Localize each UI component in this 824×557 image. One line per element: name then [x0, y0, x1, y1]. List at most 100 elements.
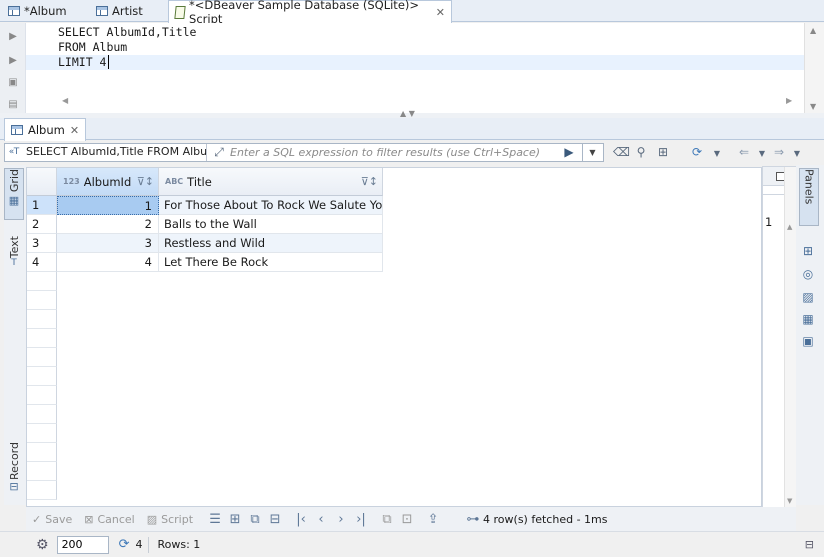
editor-horizontal-scrollbar[interactable]: ◀ ▶: [26, 96, 804, 108]
fetch-next-icon[interactable]: ⧉: [377, 512, 397, 527]
scroll-right-icon[interactable]: ▶: [786, 96, 792, 105]
tab-script[interactable]: *<DBeaver Sample Database (SQLite)> Scri…: [168, 0, 452, 26]
row-number-header: [27, 168, 57, 196]
filter-settings-icon[interactable]: ⚲: [634, 145, 648, 159]
scroll-up-icon[interactable]: ▲: [810, 26, 816, 35]
table-row[interactable]: 2 2 Balls to the Wall: [27, 215, 383, 234]
copy-row-icon[interactable]: ⧉: [245, 512, 265, 527]
properties-icon[interactable]: ▣: [801, 334, 815, 348]
save-button[interactable]: ✓ Save: [32, 513, 72, 526]
execute-new-tab-icon[interactable]: ▶: [7, 55, 19, 67]
record-icon: ⊟: [9, 480, 19, 494]
refresh-count: 4: [135, 538, 143, 551]
scroll-up-icon[interactable]: ▲: [787, 223, 792, 231]
calc-icon[interactable]: ▦: [801, 312, 815, 326]
filter-input[interactable]: [230, 144, 550, 161]
cell-title[interactable]: Restless and Wild: [159, 234, 383, 253]
forward-dropdown-icon[interactable]: ▼: [790, 147, 804, 161]
grid-vertical-scrollbar[interactable]: ▲ ▼: [784, 167, 796, 507]
tab-album-label: *Album: [24, 4, 67, 18]
cell-albumid[interactable]: 3: [57, 234, 159, 253]
delete-row-icon[interactable]: ⊟: [265, 512, 285, 527]
back-icon[interactable]: ⇐: [737, 145, 751, 159]
scroll-down-icon[interactable]: ▼: [810, 102, 816, 111]
script-button[interactable]: ▨ Script: [147, 513, 193, 526]
scroll-left-icon[interactable]: ◀: [62, 96, 68, 105]
empty-row: [27, 310, 57, 329]
table-row[interactable]: 3 3 Restless and Wild: [27, 234, 383, 253]
column-filter-sort-icon[interactable]: ⊽↕: [137, 175, 154, 188]
explain-plan-icon[interactable]: ▤: [7, 99, 19, 111]
cell-title[interactable]: For Those About To Rock We Salute You: [159, 196, 383, 215]
empty-row: [27, 481, 57, 500]
cell-albumid[interactable]: 4: [57, 253, 159, 272]
last-page-icon[interactable]: ›|: [351, 512, 371, 527]
column-header-title[interactable]: ABC Title ⊽↕: [159, 168, 383, 196]
tab-panels-label: Panels: [802, 169, 816, 205]
results-grid[interactable]: 123 AlbumId ⊽↕ ABC Title ⊽↕ 1 1 For Thos…: [26, 167, 762, 507]
grouping-icon[interactable]: ▨: [801, 290, 815, 304]
empty-row: [27, 367, 57, 386]
previous-page-icon[interactable]: ‹: [311, 512, 331, 527]
row-number: 1: [27, 196, 57, 215]
status-bar: ⚙ ⟳ 4 Rows: 1 ⊟: [0, 531, 824, 557]
expand-editor-icon[interactable]: ⤢: [212, 145, 226, 159]
restore-icon[interactable]: ⊟: [805, 538, 814, 551]
current-query-text[interactable]: SELECT AlbumId,Title FROM Albu: [26, 143, 226, 162]
tab-record[interactable]: Record ⊟: [4, 442, 24, 500]
tab-results-album[interactable]: Album ✕: [4, 118, 87, 141]
column-header-albumid[interactable]: 123 AlbumId ⊽↕: [57, 168, 159, 196]
gear-icon[interactable]: ⚙: [36, 537, 49, 553]
cell-albumid[interactable]: 1: [57, 196, 159, 215]
row-number: 2: [27, 215, 57, 234]
execute-icon[interactable]: ▶: [7, 31, 19, 43]
refresh-dropdown-icon[interactable]: ▼: [710, 147, 724, 161]
first-page-icon[interactable]: |‹: [291, 512, 311, 527]
execute-script-icon[interactable]: ▣: [7, 77, 19, 89]
cancel-button[interactable]: ⊠ Cancel: [84, 513, 134, 526]
value-viewer-icon[interactable]: ⊞: [801, 244, 815, 258]
add-row-icon[interactable]: ⊞: [225, 512, 245, 527]
close-icon[interactable]: ✕: [70, 124, 79, 137]
tab-grid[interactable]: Grid ▦: [4, 168, 24, 220]
metadata-icon[interactable]: ◎: [801, 267, 815, 281]
script-icon: [174, 5, 186, 19]
execution-log-icon[interactable]: ⊶: [463, 512, 483, 527]
scroll-down-icon[interactable]: ▼: [787, 497, 792, 505]
results-tab-label: Album: [28, 123, 65, 137]
table-row[interactable]: 1 1 For Those About To Rock We Salute Yo…: [27, 196, 383, 215]
fetch-size-input[interactable]: [56, 535, 109, 554]
empty-row: [27, 462, 57, 481]
table-row[interactable]: 4 4 Let There Be Rock: [27, 253, 383, 272]
refresh-icon[interactable]: ⟳: [119, 537, 130, 552]
grid-icon: ▦: [8, 194, 20, 208]
row-count: Rows: 1: [157, 538, 201, 551]
sql-query-icon: «T: [8, 147, 20, 157]
back-dropdown-icon[interactable]: ▼: [755, 147, 769, 161]
fetch-status: 4 row(s) fetched - 1ms: [483, 512, 608, 526]
refresh-icon[interactable]: ⟳: [690, 145, 704, 159]
editor-vertical-scrollbar[interactable]: ▲ ▼: [804, 23, 824, 113]
forward-icon[interactable]: ⇒: [772, 145, 786, 159]
erase-filter-icon[interactable]: ⌫: [613, 145, 630, 159]
tab-panels[interactable]: Panels: [799, 168, 819, 226]
edit-row-icon[interactable]: ☰: [205, 512, 225, 527]
fetch-all-icon[interactable]: ⊡: [397, 512, 417, 527]
status-divider: [148, 536, 150, 553]
save-filter-icon[interactable]: ⊞: [656, 145, 670, 159]
column-filter-sort-icon[interactable]: ⊽↕: [361, 175, 378, 188]
cell-title[interactable]: Let There Be Rock: [159, 253, 383, 272]
tab-artist[interactable]: Artist: [90, 0, 149, 22]
tab-album[interactable]: *Album: [2, 0, 73, 22]
maximize-results-icon[interactable]: ▲ ▼: [400, 109, 415, 118]
apply-filter-icon[interactable]: ▶: [562, 145, 576, 159]
filter-history-dropdown[interactable]: ▼: [582, 144, 602, 161]
cell-albumid[interactable]: 2: [57, 215, 159, 234]
sql-code[interactable]: SELECT AlbumId,Title FROM Album LIMIT 4: [26, 25, 804, 85]
close-icon[interactable]: ✕: [436, 6, 445, 19]
cell-title[interactable]: Balls to the Wall: [159, 215, 383, 234]
tab-artist-label: Artist: [112, 4, 143, 18]
next-page-icon[interactable]: ›: [331, 512, 351, 527]
tab-text[interactable]: Text T: [4, 236, 24, 280]
export-icon[interactable]: ⇪: [423, 512, 443, 527]
